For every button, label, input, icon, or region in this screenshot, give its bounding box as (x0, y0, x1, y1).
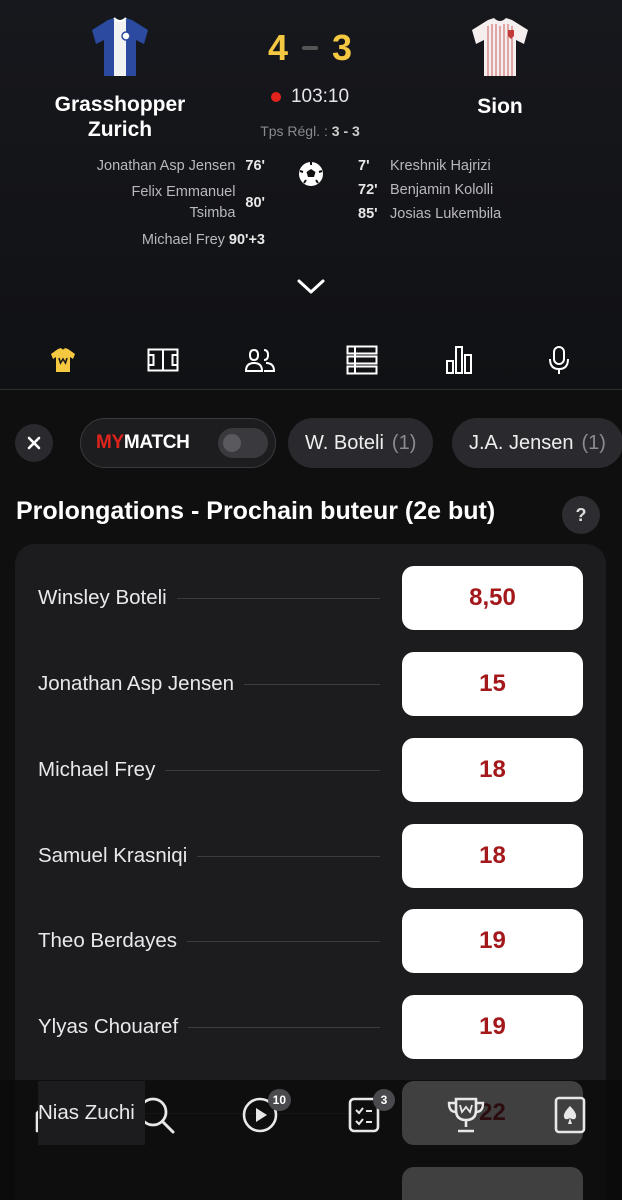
betslip-badge: 3 (373, 1089, 395, 1111)
scorer-minute: 7' (358, 158, 370, 174)
home-scorers: Jonathan Asp Jensen 76' Felix Emmanuel T… (45, 158, 265, 256)
pitch-icon (147, 348, 179, 372)
player-name: Jonathan Asp Jensen (38, 652, 245, 716)
filter-chips: MYMATCH W. Boteli (1) J.A. Jensen (1) (0, 416, 622, 470)
market-title: Prolongations - Prochain buteur (2e but) (16, 497, 496, 525)
scorer-name: Josias Lukembila (390, 206, 502, 222)
live-badge: 10 (267, 1089, 291, 1111)
list-item: Jonathan Asp Jensen 15 (15, 652, 606, 716)
player-name: Winsley Boteli (38, 566, 177, 630)
list-item: Samuel Krasniqi 18 (15, 824, 606, 888)
home-scorer: Jonathan Asp Jensen 76' (45, 158, 265, 174)
player-name: Samuel Krasniqi (38, 824, 198, 888)
scorer-minute: 72' (358, 182, 378, 198)
odd-button[interactable]: 18 (402, 824, 583, 888)
scorer-name: Kreshnik Hajrizi (390, 158, 491, 174)
away-jersey-icon (472, 18, 528, 76)
nav-betslip[interactable]: 3 (342, 1089, 395, 1137)
tab-lineups[interactable] (243, 344, 277, 376)
list-item: Winsley Boteli 8,50 (15, 566, 606, 630)
odd-button[interactable]: 19 (402, 995, 583, 1059)
mymatch-logo: MYMATCH (96, 432, 190, 453)
tab-standings[interactable] (345, 344, 379, 376)
chip-jensen[interactable]: J.A. Jensen (1) (452, 418, 622, 468)
tab-commentary[interactable] (542, 344, 576, 376)
scorer-minute: 76' (245, 158, 265, 174)
scorer-minute: 80' (245, 195, 265, 211)
expand-chevron-icon[interactable] (296, 278, 326, 296)
tab-pitch[interactable] (146, 344, 180, 376)
home-scorer: Felix Emmanuel Tsimba 80' (45, 182, 265, 224)
away-scorer: 7' Kreshnik Hajrizi (358, 158, 578, 174)
odd-button[interactable]: 15 (402, 652, 583, 716)
player-name: Ylyas Chouaref (38, 995, 189, 1059)
trophy-icon (447, 1097, 485, 1133)
mymatch-toggle-chip[interactable]: MYMATCH (80, 418, 276, 468)
away-scorer: 85' Josias Lukembila (358, 206, 578, 222)
odd-button[interactable]: 18 (402, 738, 583, 802)
clock-value: 103:10 (290, 86, 350, 107)
help-button[interactable]: ? (562, 496, 600, 534)
home-jersey-icon (92, 17, 148, 76)
mymatch-switch[interactable] (218, 428, 268, 458)
regulation-label: Tps Régl. : (260, 123, 328, 139)
nav-casino[interactable] (548, 1093, 592, 1137)
regulation-score: Tps Régl. : 3 - 3 (230, 123, 390, 139)
stats-icon (446, 346, 472, 374)
standings-icon (346, 345, 378, 375)
player-name: Nias Zuchi (38, 1081, 145, 1145)
scorer-minute: 85' (358, 206, 378, 222)
scorer-name: Felix Emmanuel Tsimba (131, 184, 236, 221)
away-scorer: 72' Benjamin Kololli (358, 182, 578, 198)
home-score: 4 (267, 27, 288, 68)
goal-ball-icon (299, 162, 323, 186)
tab-bets[interactable] (46, 344, 80, 376)
away-team-name[interactable]: Sion (440, 94, 560, 119)
lineups-icon (244, 348, 276, 372)
home-team-name[interactable]: Grasshopper Zurich (40, 92, 200, 142)
odd-button[interactable]: 8,50 (402, 566, 583, 630)
match-tabs (0, 336, 622, 390)
match-header: Grasshopper Zurich Sion 4 3 103:10 Tps R… (0, 0, 622, 390)
tab-stats[interactable] (442, 344, 476, 376)
close-icon (27, 436, 41, 450)
scoreboard: 4 3 (240, 24, 380, 72)
player-name: Theo Berdayes (38, 909, 188, 973)
away-score: 3 (332, 27, 353, 68)
microphone-icon (549, 346, 569, 374)
list-item: Theo Berdayes 19 (15, 909, 606, 973)
close-filters-button[interactable] (15, 424, 53, 462)
nav-competitions[interactable] (444, 1093, 488, 1137)
jersey-icon (51, 348, 75, 372)
scorer-name: Jonathan Asp Jensen (96, 158, 236, 174)
match-clock: 103:10 (240, 86, 380, 108)
list-item: Ylyas Chouaref 19 (15, 995, 606, 1059)
chip-boteli[interactable]: W. Boteli (1) (288, 418, 434, 468)
live-dot-icon (270, 92, 281, 102)
nav-live[interactable]: 10 (238, 1089, 291, 1137)
chip-label: W. Boteli (305, 431, 384, 454)
odd-button[interactable]: 19 (402, 909, 583, 973)
player-name: Michael Frey (38, 738, 166, 802)
switch-knob (223, 434, 241, 452)
chip-count: (1) (391, 431, 417, 454)
regulation-value: 3 - 3 (331, 123, 360, 139)
casino-icon (554, 1096, 586, 1134)
chip-label: J.A. Jensen (469, 431, 574, 454)
home-scorer: Michael Frey 90'+3 (45, 232, 265, 248)
score-separator (302, 46, 318, 50)
chip-count: (1) (581, 431, 606, 454)
away-scorers: 7' Kreshnik Hajrizi 72' Benjamin Kololli… (358, 158, 578, 230)
scorer-name: Michael Frey (141, 232, 225, 248)
list-item: Michael Frey 18 (15, 738, 606, 802)
scorer-minute: 90'+3 (228, 232, 265, 248)
scorer-name: Benjamin Kololli (390, 182, 494, 198)
